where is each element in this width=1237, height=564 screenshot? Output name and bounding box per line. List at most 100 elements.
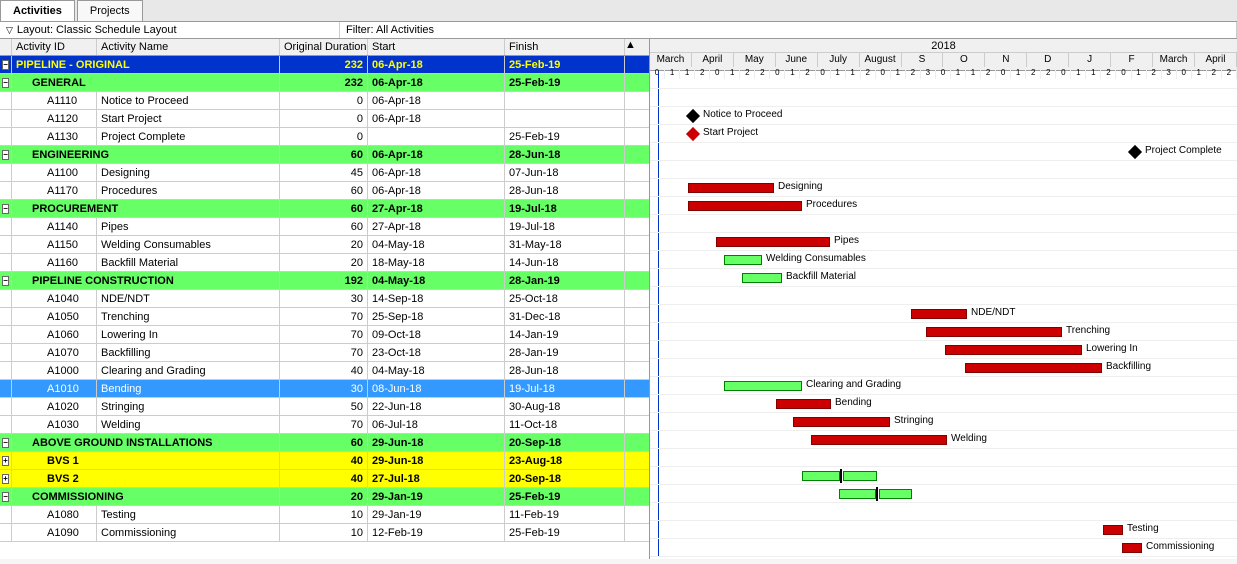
collapse-icon[interactable]: − [2, 78, 9, 88]
table-row[interactable]: +BVS 24027-Jul-1820-Sep-18 [0, 470, 649, 488]
gantt-summary-bar[interactable] [839, 489, 876, 499]
gantt-row: Backfill Material [650, 269, 1237, 287]
table-row[interactable]: A1090Commissioning1012-Feb-1925-Feb-19 [0, 524, 649, 542]
expand-icon[interactable]: + [2, 456, 9, 466]
milestone-icon[interactable] [686, 127, 700, 141]
group-name: BVS 1 [12, 452, 280, 469]
tab-activities[interactable]: Activities [0, 0, 75, 21]
gantt-body[interactable]: Notice to ProceedStart ProjectProject Co… [650, 71, 1237, 557]
gantt-summary-bar[interactable] [843, 471, 877, 481]
timeline-month: April [692, 53, 734, 67]
table-row[interactable]: A1020Stringing5022-Jun-1830-Aug-18 [0, 398, 649, 416]
gantt-bar[interactable] [724, 381, 802, 391]
collapse-icon[interactable]: − [2, 204, 9, 214]
table-row[interactable]: A1100Designing4506-Apr-1807-Jun-18 [0, 164, 649, 182]
start-cell: 06-Apr-18 [368, 164, 505, 181]
col-activity-id[interactable]: Activity ID [12, 39, 97, 55]
activity-id: A1090 [12, 524, 97, 541]
col-activity-name[interactable]: Activity Name [97, 39, 280, 55]
table-row[interactable]: A1030Welding7006-Jul-1811-Oct-18 [0, 416, 649, 434]
table-row[interactable]: A1150Welding Consumables2004-May-1831-Ma… [0, 236, 649, 254]
gantt-summary-bar[interactable] [879, 489, 912, 499]
activity-id: A1030 [12, 416, 97, 433]
gantt-bar[interactable] [688, 201, 802, 211]
bar-label: Stringing [894, 415, 933, 426]
activity-id: A1050 [12, 308, 97, 325]
toolbar: ▽ Layout: Classic Schedule Layout Filter… [0, 22, 1237, 39]
gantt-bar[interactable] [911, 309, 967, 319]
gantt-bar[interactable] [724, 255, 762, 265]
start-cell: 06-Apr-18 [368, 74, 505, 91]
gantt-bar[interactable] [811, 435, 947, 445]
table-row[interactable]: −ENGINEERING6006-Apr-1828-Jun-18 [0, 146, 649, 164]
bar-label: Start Project [703, 127, 758, 138]
activity-name: Procedures [97, 182, 280, 199]
grid-body[interactable]: −PIPELINE - ORIGINAL23206-Apr-1825-Feb-1… [0, 56, 649, 559]
filter-selector[interactable]: Filter: All Activities [340, 22, 1237, 38]
gantt-bar[interactable] [742, 273, 782, 283]
table-row[interactable]: A1110Notice to Proceed006-Apr-18 [0, 92, 649, 110]
table-row[interactable]: A1040NDE/NDT3014-Sep-1825-Oct-18 [0, 290, 649, 308]
table-row[interactable]: A1140Pipes6027-Apr-1819-Jul-18 [0, 218, 649, 236]
start-cell: 29-Jun-18 [368, 434, 505, 451]
table-row[interactable]: −GENERAL23206-Apr-1825-Feb-19 [0, 74, 649, 92]
gantt-bar[interactable] [688, 183, 774, 193]
duration-cell: 60 [280, 200, 368, 217]
gantt-bar[interactable] [1103, 525, 1123, 535]
collapse-icon[interactable]: − [2, 60, 9, 70]
start-cell: 08-Jun-18 [368, 380, 505, 397]
activity-name: Testing [97, 506, 280, 523]
layout-selector[interactable]: ▽ Layout: Classic Schedule Layout [0, 22, 340, 38]
duration-cell: 50 [280, 398, 368, 415]
milestone-icon[interactable] [1128, 145, 1142, 159]
gantt-bar[interactable] [793, 417, 890, 427]
table-row[interactable]: A1120Start Project006-Apr-18 [0, 110, 649, 128]
table-row[interactable]: −PROCUREMENT6027-Apr-1819-Jul-18 [0, 200, 649, 218]
gantt-header: 2018 MarchAprilMayJuneJulyAugustSONDJFMa… [650, 39, 1237, 71]
table-row[interactable]: A1130Project Complete025-Feb-19 [0, 128, 649, 146]
duration-cell: 45 [280, 164, 368, 181]
collapse-icon[interactable]: − [2, 276, 9, 286]
gantt-bar[interactable] [965, 363, 1102, 373]
gantt-row: Clearing and Grading [650, 377, 1237, 395]
table-row[interactable]: A1080Testing1029-Jan-1911-Feb-19 [0, 506, 649, 524]
collapse-icon[interactable]: − [2, 438, 9, 448]
gantt-bar[interactable] [716, 237, 830, 247]
table-row[interactable]: A1000Clearing and Grading4004-May-1828-J… [0, 362, 649, 380]
bar-label: Clearing and Grading [806, 379, 901, 390]
table-row[interactable]: −ABOVE GROUND INSTALLATIONS6029-Jun-1820… [0, 434, 649, 452]
table-row[interactable]: A1170Procedures6006-Apr-1828-Jun-18 [0, 182, 649, 200]
bar-label: Notice to Proceed [703, 109, 783, 120]
table-row[interactable]: A1160Backfill Material2018-May-1814-Jun-… [0, 254, 649, 272]
table-row[interactable]: A1010Bending3008-Jun-1819-Jul-18 [0, 380, 649, 398]
col-finish[interactable]: Finish [505, 39, 625, 55]
table-row[interactable]: A1050Trenching7025-Sep-1831-Dec-18 [0, 308, 649, 326]
activity-grid: Activity ID Activity Name Original Durat… [0, 39, 650, 559]
milestone-icon[interactable] [686, 109, 700, 123]
gantt-bar[interactable] [926, 327, 1062, 337]
gantt-summary-bar[interactable] [802, 471, 840, 481]
col-duration[interactable]: Original Duration [280, 39, 368, 55]
table-row[interactable]: −PIPELINE - ORIGINAL23206-Apr-1825-Feb-1… [0, 56, 649, 74]
table-row[interactable]: +BVS 14029-Jun-1823-Aug-18 [0, 452, 649, 470]
gantt-bar[interactable] [945, 345, 1082, 355]
activity-name: Backfill Material [97, 254, 280, 271]
expand-icon[interactable]: + [2, 474, 9, 484]
collapse-icon[interactable]: − [2, 492, 9, 502]
gantt-chart[interactable]: 2018 MarchAprilMayJuneJulyAugustSONDJFMa… [650, 39, 1237, 559]
finish-cell: 14-Jun-18 [505, 254, 625, 271]
table-row[interactable]: A1060Lowering In7009-Oct-1814-Jan-19 [0, 326, 649, 344]
collapse-icon[interactable]: − [2, 150, 9, 160]
timeline-month: July [818, 53, 860, 67]
finish-cell: 19-Jul-18 [505, 218, 625, 235]
finish-cell: 31-May-18 [505, 236, 625, 253]
bar-label: Trenching [1066, 325, 1110, 336]
gantt-bar[interactable] [1122, 543, 1142, 553]
activity-name: Stringing [97, 398, 280, 415]
tab-projects[interactable]: Projects [77, 0, 143, 21]
gantt-bar[interactable] [776, 399, 831, 409]
table-row[interactable]: −COMMISSIONING2029-Jan-1925-Feb-19 [0, 488, 649, 506]
table-row[interactable]: −PIPELINE CONSTRUCTION19204-May-1828-Jan… [0, 272, 649, 290]
col-start[interactable]: Start [368, 39, 505, 55]
table-row[interactable]: A1070Backfilling7023-Oct-1828-Jan-19 [0, 344, 649, 362]
